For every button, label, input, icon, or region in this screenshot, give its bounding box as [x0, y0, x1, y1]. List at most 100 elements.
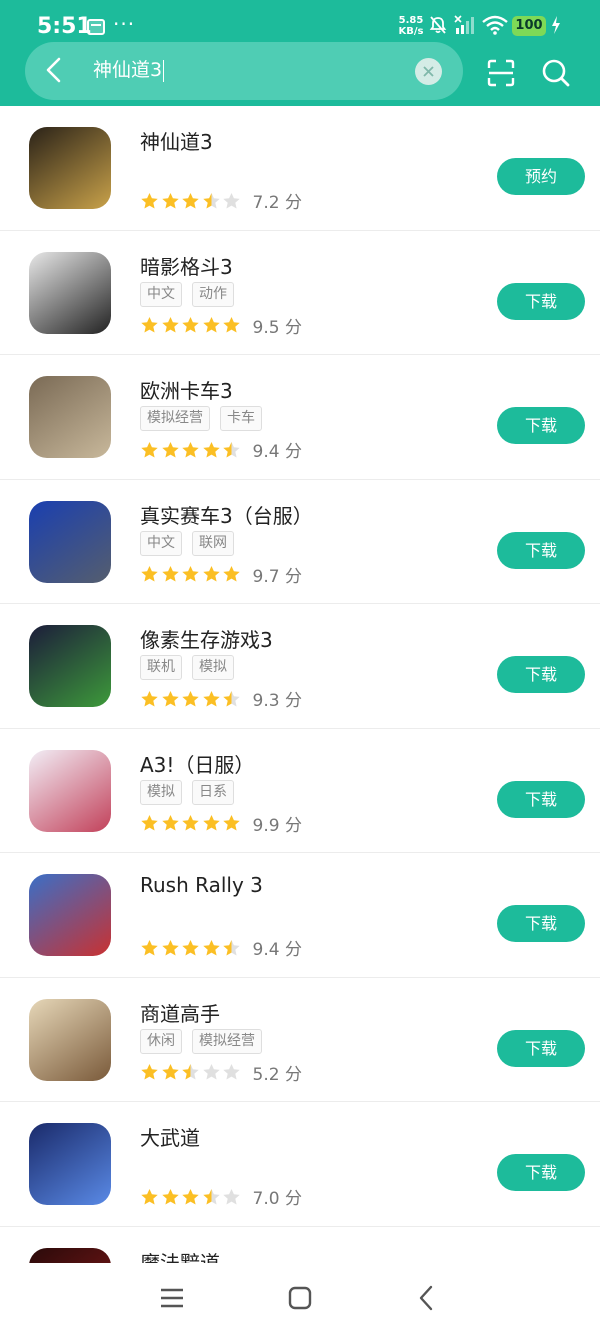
search-results-list: 神仙道3 7.2 分 预约暗影格斗3 中文 动作 9.5 分下载欧洲卡车3 模拟经营 卡车 9.…: [0, 106, 600, 1263]
rating-score: 7.0 分: [252, 1189, 302, 1209]
charging-icon: [552, 16, 560, 34]
app-tag: 模拟: [140, 779, 182, 805]
net-speed-unit: KB/s: [398, 26, 424, 37]
wifi-icon: [482, 15, 508, 35]
star-icon: [223, 192, 240, 208]
star-icon: [141, 441, 158, 457]
star-icon: [202, 1188, 220, 1204]
dark-fantasy-creature-app-icon[interactable]: [29, 127, 111, 209]
clear-search-button[interactable]: [415, 58, 442, 85]
download-button[interactable]: 下载: [497, 905, 585, 942]
star-icon: [161, 441, 179, 457]
reserve-button[interactable]: 预约: [497, 158, 585, 195]
star-icon: [141, 690, 158, 706]
star-rating: 7.2 分: [140, 188, 302, 213]
rating-score: 5.2 分: [252, 1064, 302, 1085]
search-icon[interactable]: [541, 58, 571, 88]
download-button[interactable]: 下载: [497, 780, 585, 818]
system-nav-bar: [0, 1263, 600, 1333]
app-name[interactable]: 暗影格斗3: [140, 251, 233, 280]
app-name[interactable]: A3!（日服）: [140, 749, 254, 778]
pixel-survival-app-icon[interactable]: [29, 625, 111, 707]
home-square-icon[interactable]: [285, 1283, 315, 1313]
app-tag: 动作: [192, 281, 234, 307]
truck-app-icon[interactable]: [29, 376, 111, 458]
star-icon: [182, 815, 199, 831]
star-icon: [223, 690, 240, 706]
star-icon: [202, 317, 220, 333]
app-tag: 中文: [140, 281, 182, 307]
app-tag: 休闲: [140, 1028, 182, 1054]
app-list-item[interactable]: 商道高手 休闲 模拟经营 5.2 分 下载: [0, 978, 600, 1102]
app-name[interactable]: 像素生存游戏3: [140, 624, 273, 653]
app-tags: 联机 模拟: [140, 655, 244, 681]
app-tags: 模拟 日系: [140, 779, 244, 806]
app-name[interactable]: 欧洲卡车3: [140, 375, 233, 404]
app-tag: 日系: [192, 779, 234, 805]
star-icon: [202, 815, 220, 831]
app-name[interactable]: 大武道: [140, 1122, 200, 1151]
star-icon: [202, 939, 220, 955]
app-tags: 中文 动作: [140, 281, 244, 308]
download-button[interactable]: 下载: [497, 531, 585, 569]
menu-icon[interactable]: [157, 1283, 187, 1313]
app-tag: 模拟经营: [140, 406, 210, 431]
app-name[interactable]: 神仙道3: [140, 126, 213, 155]
racing-car-app-icon[interactable]: [29, 500, 111, 583]
back-nav-icon[interactable]: [412, 1283, 442, 1313]
star-icon: [182, 566, 199, 582]
rating-score: 9.4 分: [252, 442, 302, 462]
close-icon: [423, 66, 434, 77]
star-icon: [141, 1064, 158, 1080]
star-icon: [223, 566, 240, 582]
app-list-item[interactable]: A3!（日服） 模拟 日系 9.9 分 下载: [0, 729, 600, 853]
rally-car-app-icon[interactable]: [29, 874, 111, 956]
app-tag: 联机: [140, 655, 182, 680]
download-button[interactable]: 下载: [497, 1029, 585, 1067]
app-tag: 卡车: [220, 406, 262, 431]
app-list-item[interactable]: Rush Rally 3 9.4 分 下载: [0, 853, 600, 978]
app-name[interactable]: Rush Rally 3: [140, 873, 263, 897]
star-rating: 9.7 分: [140, 562, 302, 587]
app-list-item[interactable]: 魔法黯道: [0, 1227, 600, 1264]
back-arrow-icon[interactable]: [40, 55, 70, 85]
star-icon: [161, 815, 179, 831]
rating-score: 9.3 分: [252, 691, 302, 711]
merchant-app-icon[interactable]: [29, 998, 111, 1081]
rating-score: 7.2 分: [252, 193, 302, 213]
star-rating: 9.4 分: [140, 437, 302, 462]
download-button[interactable]: 下载: [497, 407, 585, 444]
star-icon: [182, 192, 199, 208]
star-icon: [161, 317, 179, 333]
star-icon: [202, 192, 220, 208]
star-icon: [202, 441, 220, 457]
download-button[interactable]: 下载: [497, 656, 585, 693]
app-name[interactable]: 魔法黯道: [140, 1247, 220, 1264]
app-list-item[interactable]: 真实赛车3（台服） 中文 联网 9.7 分 下载: [0, 480, 600, 604]
star-icon: [161, 1064, 179, 1080]
app-name[interactable]: 商道高手: [140, 998, 220, 1027]
star-icon: [182, 317, 199, 333]
warrior-app-icon[interactable]: [29, 1123, 111, 1205]
download-button[interactable]: 下载: [497, 282, 585, 320]
star-icon: [141, 192, 158, 208]
star-icon: [161, 1188, 179, 1204]
app-list-item[interactable]: 欧洲卡车3 模拟经营 卡车 9.4 分 下载: [0, 355, 600, 480]
scan-icon[interactable]: [486, 58, 516, 88]
app-list-item[interactable]: 暗影格斗3 中文 动作 9.5 分 下载: [0, 231, 600, 355]
shadow-ninja-app-icon[interactable]: [29, 251, 111, 334]
star-icon: [223, 441, 240, 457]
app-list-item[interactable]: 像素生存游戏3 联机 模拟 9.3 分 下载: [0, 604, 600, 729]
app-name[interactable]: 真实赛车3（台服）: [140, 500, 313, 529]
star-icon: [161, 192, 179, 208]
search-input[interactable]: 神仙道3: [93, 58, 165, 82]
status-bar: 5:51 ··· 5.85 KB/s 100: [0, 0, 600, 44]
dark-magic-app-icon[interactable]: [29, 1247, 111, 1263]
anime-boy-app-icon[interactable]: [29, 749, 111, 832]
app-list-item[interactable]: 大武道 7.0 分 下载: [0, 1102, 600, 1227]
app-tags: 模拟经营 卡车: [140, 406, 272, 432]
download-button[interactable]: 下载: [497, 1154, 585, 1191]
star-icon: [182, 441, 199, 457]
search-bar[interactable]: [25, 42, 463, 100]
app-list-item[interactable]: 神仙道3 7.2 分 预约: [0, 106, 600, 231]
